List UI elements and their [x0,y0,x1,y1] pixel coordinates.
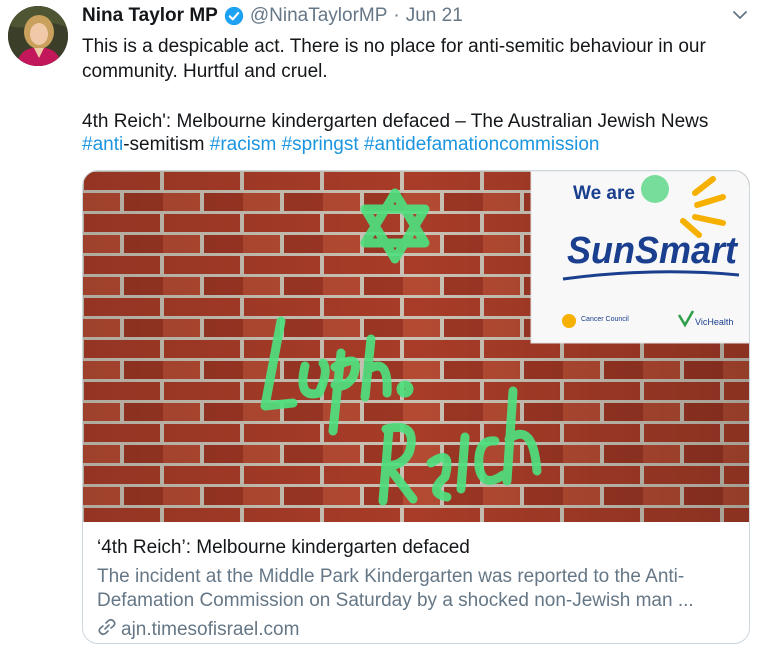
sign-brand: SunSmart [567,230,738,272]
avatar[interactable] [8,6,68,66]
sign-line1: We are [573,183,635,204]
tweet-header: Nina Taylor MP @NinaTaylorMP · Jun 21 [82,2,463,30]
separator: · [393,5,400,26]
verified-badge-icon [224,6,244,26]
card-title[interactable]: ‘4th Reich’: Melbourne kindergarten defa… [97,537,470,559]
chevron-down-icon[interactable] [732,7,748,28]
sunsmart-sign: We are SunSmart Cancer Council VicHealth [530,171,749,344]
sign-sponsor2: VicHealth [695,317,733,327]
tweet-text: This is a despicable act. There is no pl… [82,36,709,132]
hashtag-springst[interactable]: #springst [282,134,359,155]
link-card[interactable]: We are SunSmart Cancer Council VicHealth… [82,170,750,644]
card-description: The incident at the Middle Park Kinderga… [97,566,694,611]
card-domain-text: ajn.timesofisrael.com [121,619,300,640]
hashtag-antidefamationcommission[interactable]: #antidefamationcommission [364,134,600,155]
tweet-date[interactable]: Jun 21 [406,5,463,27]
hashtag-racism[interactable]: #racism [210,134,277,155]
card-domain[interactable]: ajn.timesofisrael.com [97,617,299,643]
author-name[interactable]: Nina Taylor MP [82,5,218,27]
hashtag-line: #anti-semitism #racism #springst #antide… [82,134,599,156]
hashtag-suffix-text: -semitism [123,134,210,155]
sign-sponsor1: Cancer Council [581,316,629,323]
card-image: We are SunSmart Cancer Council VicHealth [83,171,749,522]
author-handle[interactable]: @NinaTaylorMP [250,5,388,27]
link-icon [97,617,121,643]
hashtag-anti[interactable]: #anti [82,134,123,155]
